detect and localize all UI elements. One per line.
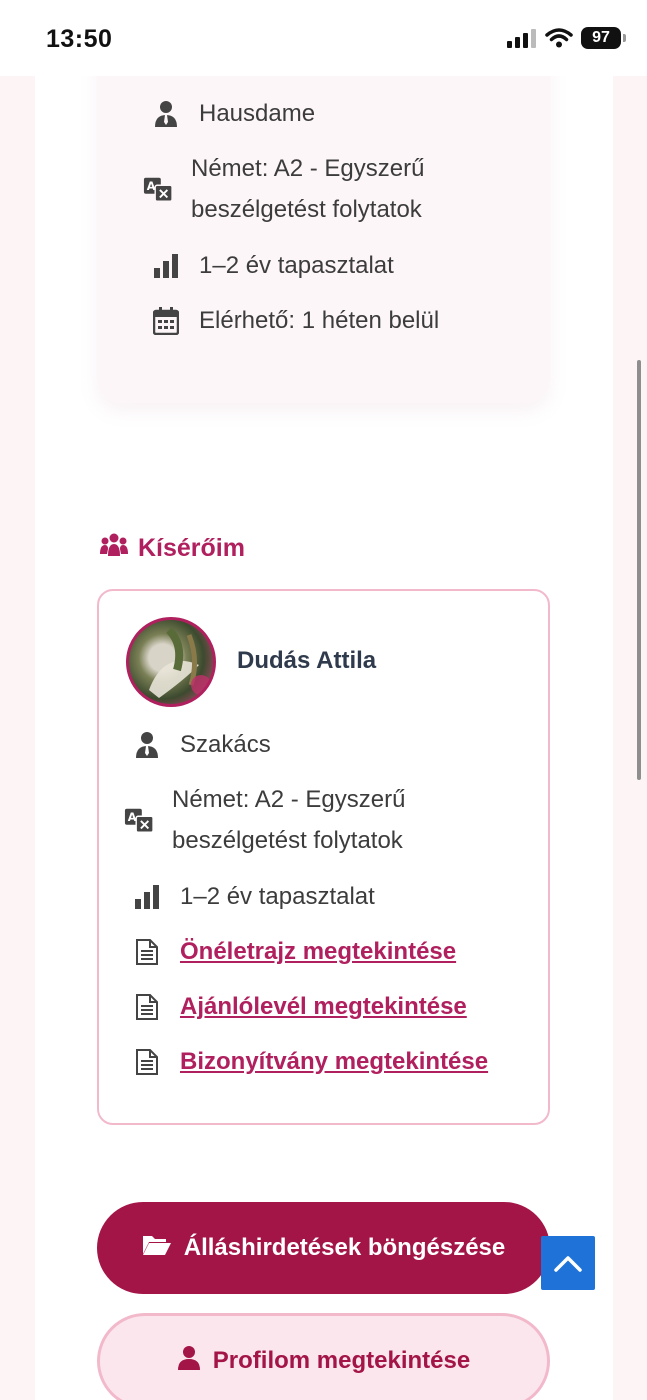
user-tie-icon — [132, 731, 162, 759]
people-group-icon — [100, 533, 128, 564]
view-profile-label: Profilom megtekintése — [212, 1347, 471, 1374]
wifi-icon — [545, 28, 573, 48]
document-icon — [132, 938, 162, 965]
companion-language-line-2: beszélgetést folytatok — [172, 827, 403, 854]
companion-job-row: Szakács — [132, 724, 271, 765]
avatar — [126, 617, 216, 707]
battery-indicator: 97 — [581, 27, 626, 49]
document-icon — [132, 993, 162, 1020]
experience-text: 1–2 év tapasztalat — [199, 252, 394, 279]
language-line-2: beszélgetést folytatok — [191, 196, 422, 223]
language-icon: A — [143, 175, 173, 203]
document-icon — [132, 1048, 162, 1075]
cv-link-row: Önéletrajz megtekintése — [132, 931, 456, 972]
svg-text:A: A — [128, 811, 137, 824]
folder-open-icon — [142, 1233, 172, 1264]
companion-experience: 1–2 év tapasztalat — [180, 883, 375, 910]
reference-link-row: Ajánlólevél megtekintése — [132, 986, 467, 1027]
status-icons: 97 — [507, 27, 626, 49]
companion-experience-row: 1–2 év tapasztalat — [132, 876, 375, 917]
job-row: Hausdame — [151, 93, 315, 134]
certificate-link[interactable]: Bizonyítvány megtekintése — [180, 1041, 488, 1082]
scrollbar[interactable] — [637, 360, 641, 780]
calendar-icon — [151, 306, 181, 335]
status-time: 13:50 — [46, 25, 113, 53]
browse-jobs-button[interactable]: Álláshirdetések böngészése — [97, 1202, 550, 1294]
availability-row: Elérhető: 1 héten belül — [151, 300, 439, 341]
cellular-signal-icon — [507, 29, 536, 48]
bar-chart-icon — [151, 253, 181, 278]
experience-row: 1–2 év tapasztalat — [151, 245, 394, 286]
language-row: A Német: A2 - Egyszerű beszélgetést foly… — [143, 148, 424, 230]
reference-letter-link[interactable]: Ajánlólevél megtekintése — [180, 986, 467, 1027]
companion-language-line-1: Német: A2 - Egyszerű — [172, 786, 406, 813]
companions-heading: Kísérőim — [100, 533, 245, 564]
companion-language-row: A Német: A2 - Egyszerű beszélgetést foly… — [124, 779, 405, 861]
user-icon — [177, 1345, 201, 1378]
cv-link[interactable]: Önéletrajz megtekintése — [180, 931, 456, 972]
status-bar: 13:50 97 — [0, 0, 647, 76]
language-line-1: Német: A2 - Egyszerű — [191, 155, 425, 182]
view-profile-button[interactable]: Profilom megtekintése — [97, 1313, 550, 1400]
language-icon: A — [124, 806, 154, 834]
companion-job: Szakács — [180, 731, 271, 758]
svg-text:A: A — [147, 180, 156, 193]
companion-name: Dudás Attila — [237, 647, 377, 674]
bar-chart-icon — [132, 884, 162, 909]
job-title: Hausdame — [199, 100, 316, 127]
user-tie-icon — [151, 100, 181, 128]
certificate-link-row: Bizonyítvány megtekintése — [132, 1041, 488, 1082]
scroll-to-top-button[interactable] — [541, 1236, 595, 1290]
availability-text: Elérhető: 1 héten belül — [199, 307, 440, 334]
chevron-up-icon — [554, 1256, 582, 1272]
companions-title: Kísérőim — [138, 534, 245, 562]
browse-jobs-label: Álláshirdetések böngészése — [183, 1234, 506, 1261]
